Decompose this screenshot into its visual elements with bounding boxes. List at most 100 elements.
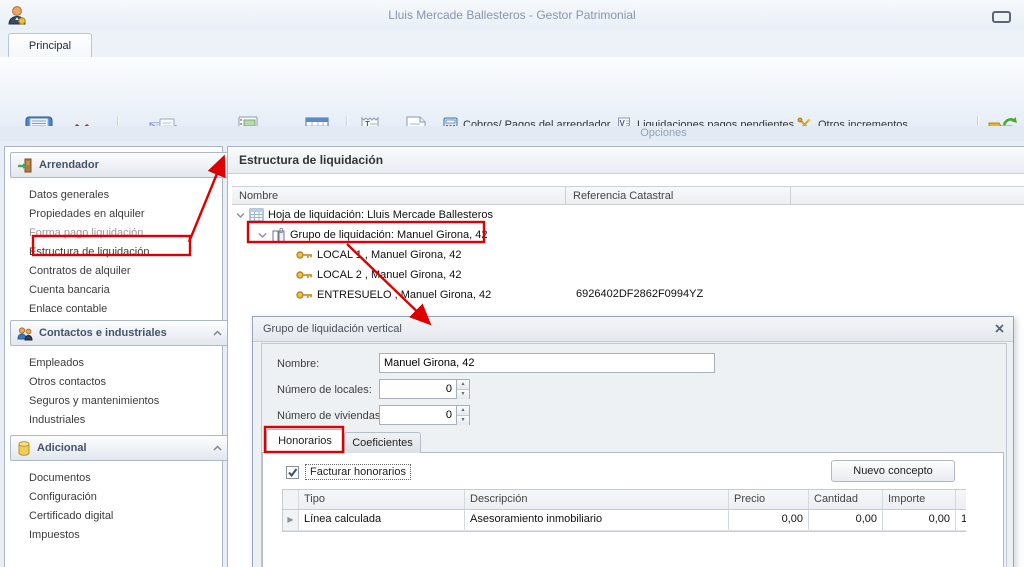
tree-row-label: LOCAL 1 , Manuel Girona, 42 [317, 249, 462, 261]
sidebar-section-arrendador[interactable]: Arrendador [10, 152, 229, 178]
sidebar-item-documentos[interactable]: Documentos [29, 469, 219, 488]
grid-header-importe[interactable]: Importe [883, 490, 956, 509]
sidebar-item-enlace-contable[interactable]: Enlace contable [29, 300, 219, 319]
sidebar-item-forma-pago[interactable]: Forma pago liquidación [29, 224, 219, 243]
grid-header-descripcion[interactable]: Descripción [465, 490, 729, 509]
viviendas-spinner[interactable]: ▲ ▼ [457, 405, 470, 425]
title-bar: Lluis Mercade Ballesteros - Gestor Patri… [0, 0, 1024, 31]
sidebar-item-cuenta-bancaria[interactable]: Cuenta bancaria [29, 281, 219, 300]
honorarios-grid: Tipo Descripción Precio Cantidad Importe… [282, 489, 966, 532]
cell-precio: 0,00 [729, 510, 809, 530]
cell-cantidad: 0,00 [809, 510, 883, 530]
grid-data-row[interactable]: ▶ Línea calculada Asesoramiento inmobili… [283, 510, 966, 531]
sidebar-item-estructura-liquidacion[interactable]: Estructura de liquidación [29, 243, 219, 262]
ribbon: Guardary cerrar Incidencias ynotificacio… [0, 57, 1024, 196]
locales-input[interactable] [379, 379, 457, 399]
section-title: Contactos e industriales [39, 327, 167, 339]
dialog-title: Grupo de liquidación vertical [263, 323, 402, 335]
cell-clipped: 1 [961, 513, 966, 525]
people-icon [17, 326, 33, 340]
sidebar-item-impuestos[interactable]: Impuestos [29, 526, 219, 545]
tree-row-entresuelo[interactable]: ENTRESUELO , Manuel Girona, 42 [296, 285, 491, 305]
row-indicator-icon: ▶ [283, 510, 299, 530]
door-icon [18, 158, 32, 172]
referencia-catastral-value: 6926402DF2862F0994YZ [576, 288, 704, 300]
grid-header-cantidad[interactable]: Cantidad [809, 490, 883, 509]
tree-row-label: LOCAL 2 , Manuel Girona, 42 [317, 269, 462, 281]
page-title-bar: Estructura de liquidación [228, 147, 1024, 174]
tree-row-local1[interactable]: LOCAL 1 , Manuel Girona, 42 [296, 245, 462, 265]
cell-importe: 0,00 [883, 510, 956, 530]
dialog-title-bar[interactable]: Grupo de liquidación vertical [253, 317, 1013, 342]
sidebar-item-contratos[interactable]: Contratos de alquiler [29, 262, 219, 281]
grid-header-precio[interactable]: Precio [729, 490, 809, 509]
minimize-button[interactable] [992, 11, 1011, 23]
grupo-liquidacion-dialog: Grupo de liquidación vertical Nombre: Nú… [252, 316, 1014, 567]
tree-row-label: Hoja de liquidación: Lluis Mercade Balle… [268, 209, 494, 221]
cell-tipo: Línea calculada [299, 510, 465, 530]
sidebar: Arrendador Datos generales Propiedades e… [4, 146, 229, 567]
locales-label: Número de locales: [277, 384, 372, 396]
grid-header-clipped [956, 490, 966, 509]
chevron-up-icon [213, 330, 222, 336]
opciones-caption: Opciones [640, 127, 687, 139]
sidebar-section-adicional[interactable]: Adicional [10, 435, 229, 461]
sidebar-item-seguros[interactable]: Seguros y mantenimientos [29, 392, 219, 411]
database-icon [18, 440, 30, 456]
sidebar-item-otros-contactos[interactable]: Otros contactos [29, 373, 219, 392]
sidebar-item-propiedades[interactable]: Propiedades en alquiler [29, 205, 219, 224]
sidebar-item-certificado-digital[interactable]: Certificado digital [29, 507, 219, 526]
tree-row-label: ENTRESUELO , Manuel Girona, 42 [317, 289, 492, 301]
cell-descripcion: Asesoramiento inmobiliario [465, 510, 729, 530]
spin-up-icon: ▲ [457, 380, 469, 390]
check-icon [288, 468, 298, 478]
tree-column-nombre[interactable]: Nombre [232, 186, 566, 205]
chevron-up-icon [213, 445, 222, 451]
grid-header-indicator [283, 490, 299, 509]
spin-down-icon: ▼ [457, 416, 469, 425]
key-icon [296, 251, 312, 259]
expand-chevron-icon [258, 232, 267, 238]
facturar-checkbox-label[interactable]: Facturar honorarios [305, 464, 411, 480]
viviendas-input[interactable] [379, 405, 457, 425]
ribbon-tab-row: Principal [0, 30, 1024, 58]
nombre-input[interactable] [379, 353, 715, 373]
nuevo-concepto-button[interactable]: Nuevo concepto [831, 460, 955, 482]
key-icon [296, 291, 312, 299]
sidebar-section-contactos[interactable]: Contactos e industriales [10, 320, 229, 346]
section-title: Arrendador [39, 159, 99, 171]
app-window: Lluis Mercade Ballesteros - Gestor Patri… [0, 0, 1024, 567]
tree-column-empty[interactable] [791, 186, 1024, 205]
tree-row-label: Grupo de liquidación: Manuel Girona, 42 [290, 229, 488, 241]
page-title: Estructura de liquidación [239, 153, 384, 167]
tree-row-local2[interactable]: LOCAL 2 , Manuel Girona, 42 [296, 265, 462, 285]
tree-row-grupo[interactable]: Grupo de liquidación: Manuel Girona, 42 [258, 225, 488, 245]
key-icon [296, 271, 312, 279]
tree-column-referencia[interactable]: Referencia Catastral [566, 186, 791, 205]
dialog-close-icon[interactable] [993, 323, 1005, 335]
sidebar-item-empleados[interactable]: Empleados [29, 354, 219, 373]
facturar-checkbox[interactable] [286, 466, 299, 479]
tree-row-hoja[interactable]: Hoja de liquidación: Lluis Mercade Balle… [236, 205, 493, 225]
locales-spinner[interactable]: ▲ ▼ [457, 379, 470, 399]
spin-down-icon: ▼ [457, 390, 469, 399]
expand-chevron-icon [236, 212, 245, 218]
sidebar-item-configuracion[interactable]: Configuración [29, 488, 219, 507]
group-books-icon [272, 227, 285, 242]
window-title: Lluis Mercade Ballesteros - Gestor Patri… [388, 8, 636, 22]
tab-principal[interactable]: Principal [8, 33, 92, 58]
grid-header-row: Tipo Descripción Precio Cantidad Importe [283, 490, 966, 510]
nombre-label: Nombre: [277, 358, 320, 370]
viviendas-label: Número de viviendas: [277, 410, 384, 422]
honorarios-tab-panel: Facturar honorarios Nuevo concepto Tipo … [262, 452, 1004, 567]
tab-honorarios[interactable]: Honorarios [266, 429, 344, 453]
tab-coeficientes[interactable]: Coeficientes [344, 432, 421, 453]
sidebar-item-datos-generales[interactable]: Datos generales [29, 186, 219, 205]
spin-up-icon: ▲ [457, 406, 469, 416]
chevron-up-icon [213, 162, 222, 168]
sidebar-item-industriales[interactable]: Industriales [29, 411, 219, 430]
section-title: Adicional [37, 442, 87, 454]
grid-header-tipo[interactable]: Tipo [299, 490, 465, 509]
sheet-icon [249, 208, 264, 222]
ribbon-group-caption: Opciones [0, 126, 1024, 142]
